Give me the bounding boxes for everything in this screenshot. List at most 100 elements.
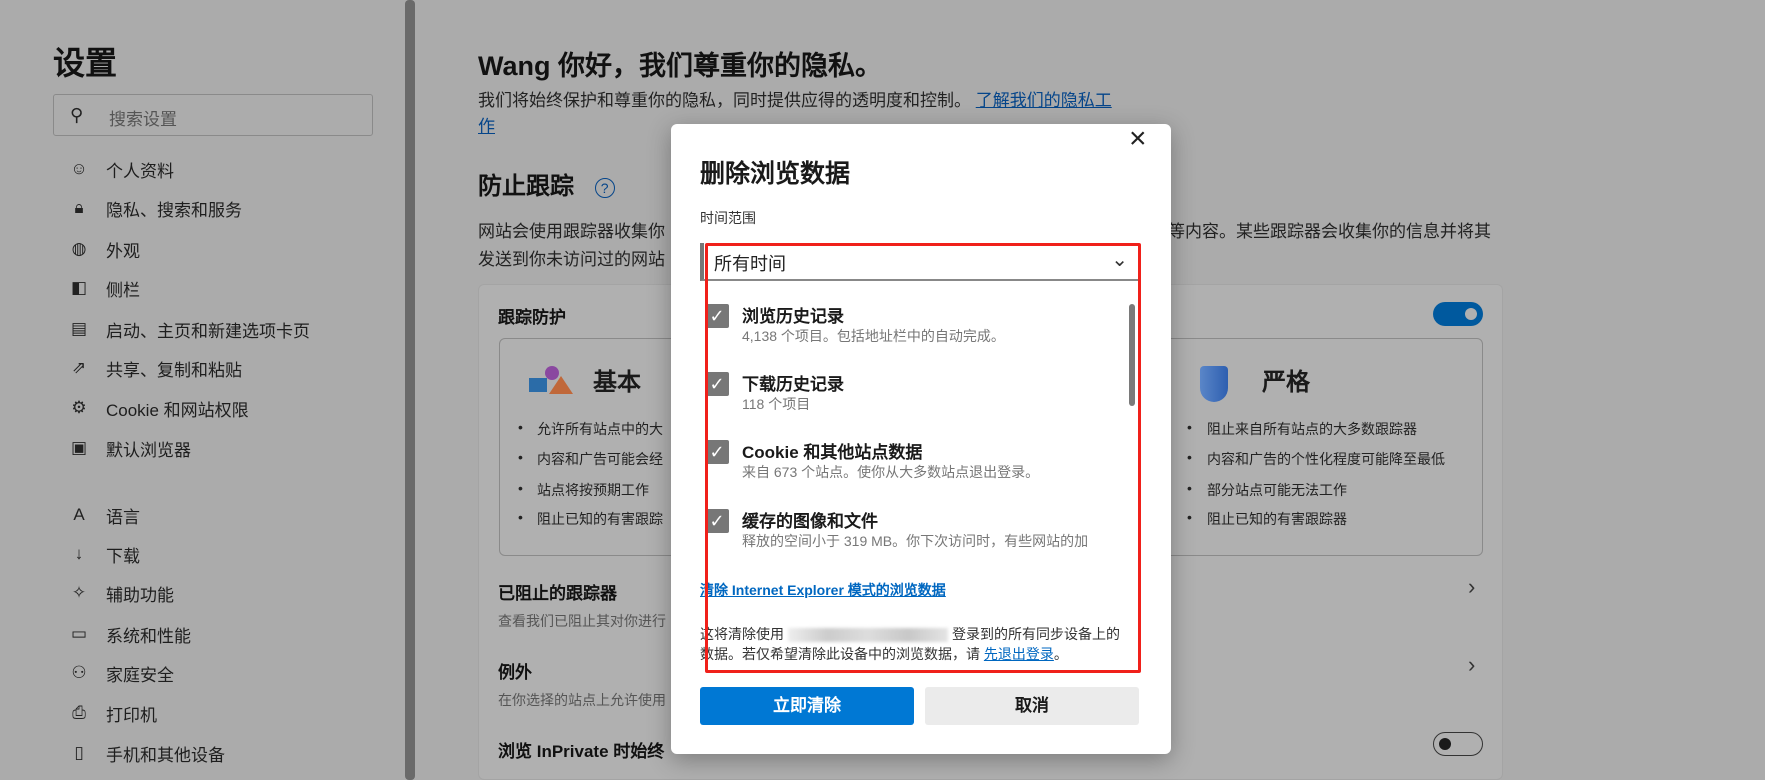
- accessibility-icon: ✧: [71, 583, 87, 602]
- search-placeholder: 搜索设置: [109, 110, 177, 129]
- sidebar-item-label: 隐私、搜索和服务: [106, 200, 242, 220]
- tracking-title-text: 防止跟踪: [478, 173, 574, 200]
- settings-title: 设置: [53, 45, 118, 81]
- checkbox[interactable]: ✓: [705, 440, 729, 464]
- help-icon[interactable]: ?: [594, 177, 615, 198]
- shapes-icon: [529, 366, 575, 396]
- sidebar-item[interactable]: ⎙ 打印机: [66, 697, 366, 729]
- sidebar-item[interactable]: ⚇ 家庭安全: [66, 657, 366, 689]
- sidebar-item-label: 手机和其他设备: [106, 745, 225, 765]
- sidebar-item-label: 系统和性能: [106, 626, 191, 646]
- sidebar-icon: ◧: [70, 278, 88, 297]
- lock-icon: 🔒︎: [74, 198, 84, 217]
- checkbox[interactable]: ✓: [705, 509, 729, 533]
- cookie-permissions-icon: ⚙: [71, 398, 87, 417]
- sidebar-item[interactable]: ▤ 启动、主页和新建选项卡页: [66, 313, 366, 345]
- sidebar-item-label: 外观: [106, 241, 140, 261]
- data-type-option[interactable]: ✓ Cookie 和其他站点数据来自 673 个站点。使你从大多数站点退出登录。: [705, 440, 1125, 492]
- time-range-select[interactable]: 所有时间 ⌄: [700, 243, 1140, 281]
- sidebar-item[interactable]: ▣ 默认浏览器: [66, 432, 366, 464]
- basic-level-title: 基本: [593, 369, 641, 396]
- start-page-icon: ▤: [70, 319, 88, 338]
- printer-icon: ⎙: [72, 703, 86, 722]
- bullet-text: 站点将按预期工作: [537, 482, 649, 498]
- sidebar-item[interactable]: ◧ 侧栏: [66, 272, 366, 304]
- sidebar-item[interactable]: ▭ 系统和性能: [66, 618, 366, 650]
- checkbox[interactable]: ✓: [705, 372, 729, 396]
- sidebar-item-label: 侧栏: [106, 280, 140, 300]
- chevron-down-icon: ⌄: [1111, 249, 1128, 271]
- sidebar-item[interactable]: ▯ 手机和其他设备: [66, 737, 366, 769]
- sidebar-item[interactable]: ☺ 个人资料: [66, 153, 366, 185]
- share-icon: ⇗: [71, 358, 87, 377]
- list-scrollbar[interactable]: [1129, 304, 1135, 406]
- profile-icon: ☺: [70, 159, 88, 178]
- sidebar-item[interactable]: ✧ 辅助功能: [66, 577, 366, 609]
- option-desc: 释放的空间小于 319 MB。你下次访问时，有些网站的加: [742, 533, 1089, 549]
- blocked-trackers-title[interactable]: 已阻止的跟踪器: [498, 579, 617, 604]
- search-icon: ⚲: [70, 105, 84, 125]
- sidebar-item[interactable]: ⚙ Cookie 和网站权限: [66, 392, 366, 424]
- phone-icon: ▯: [74, 743, 84, 762]
- language-icon: A: [73, 505, 85, 524]
- clear-ie-data-link[interactable]: 清除 Internet Explorer 模式的浏览数据: [700, 580, 946, 600]
- tracking-prevention-toggle[interactable]: [1433, 302, 1483, 326]
- download-icon: ↓: [74, 544, 84, 563]
- exceptions-title[interactable]: 例外: [498, 658, 532, 683]
- inprivate-strict-title: 浏览 InPrivate 时始终: [498, 742, 665, 761]
- option-label: 浏览历史记录: [742, 307, 844, 326]
- cancel-button[interactable]: 取消: [925, 687, 1139, 725]
- note-text: 数据。若仅希望清除此设备中的浏览数据，请: [700, 646, 980, 662]
- sidebar-item[interactable]: ↓ 下载: [66, 538, 366, 570]
- data-type-option[interactable]: ✓ 浏览历史记录 4,138 个项目。包括地址栏中的自动完成。: [705, 304, 1125, 356]
- sidebar-item[interactable]: 🔒︎ 隐私、搜索和服务: [66, 192, 366, 224]
- privacy-link-cont[interactable]: 作: [478, 117, 495, 136]
- option-label: Cookie 和其他站点数据: [742, 443, 923, 462]
- close-icon[interactable]: ×: [1129, 122, 1147, 156]
- inprivate-strict-toggle[interactable]: [1433, 732, 1483, 756]
- sidebar-item-label: 共享、复制和粘贴: [106, 360, 242, 380]
- sidebar-item-label: 默认浏览器: [106, 440, 191, 460]
- tracking-desc-1a: 网站会使用跟踪器收集你: [478, 222, 665, 241]
- laptop-icon: ▭: [70, 624, 88, 643]
- note-text: 。: [1053, 646, 1068, 662]
- bullet-text: 部分站点可能无法工作: [1207, 482, 1347, 498]
- sidebar-item[interactable]: ⇗ 共享、复制和粘贴: [66, 352, 366, 384]
- checkbox[interactable]: ✓: [705, 304, 729, 328]
- data-type-option[interactable]: ✓ 下载历史记录 118 个项目: [705, 372, 1125, 424]
- bullet-text: 允许所有站点中的大: [537, 421, 663, 437]
- data-type-option[interactable]: ✓ 缓存的图像和文件 释放的空间小于 319 MB。你下次访问时，有些网站的加: [705, 509, 1125, 561]
- bullet-text: 内容和广告可能会经: [537, 451, 663, 467]
- page-greeting: Wang 你好，我们尊重你的隐私。: [478, 51, 882, 81]
- privacy-link[interactable]: 了解我们的隐私工: [976, 91, 1112, 110]
- intro-text-body: 我们将始终保护和尊重你的隐私，同时提供应得的透明度和控制。: [478, 91, 971, 110]
- option-desc: 来自 673 个站点。使你从大多数站点退出登录。: [742, 464, 1040, 480]
- default-browser-icon: ▣: [70, 438, 88, 457]
- sidebar-item[interactable]: ◍ 外观: [66, 233, 366, 265]
- tracking-desc-2: 发送到你未访问过的网站: [478, 250, 665, 269]
- sidebar-item-label: 语言: [106, 507, 140, 527]
- sidebar-item-label: Cookie 和网站权限: [106, 400, 249, 420]
- sidebar-item[interactable]: A 语言: [66, 499, 366, 531]
- sync-note-line-2: 数据。若仅希望清除此设备中的浏览数据，请 先退出登录。: [700, 644, 1068, 664]
- family-icon: ⚇: [71, 663, 87, 682]
- time-range-label: 时间范围: [700, 210, 756, 226]
- sidebar-scrollbar[interactable]: [405, 0, 415, 780]
- exceptions-sub: 在你选择的站点上允许使用: [498, 692, 666, 708]
- sidebar-item-label: 家庭安全: [106, 665, 174, 685]
- sidebar-item-label: 个人资料: [106, 161, 174, 181]
- redacted-account: [788, 628, 948, 643]
- chevron-right-icon[interactable]: ›: [1468, 574, 1475, 600]
- sidebar-item-label: 辅助功能: [106, 585, 174, 605]
- search-settings-input[interactable]: ⚲ 搜索设置: [53, 94, 373, 136]
- dialog-title: 删除浏览数据: [700, 160, 851, 188]
- bullet-text: 阻止来自所有站点的大多数跟踪器: [1207, 421, 1417, 437]
- chevron-right-icon[interactable]: ›: [1468, 652, 1475, 678]
- sign-out-link[interactable]: 先退出登录: [984, 646, 1054, 662]
- clear-now-button[interactable]: 立即清除: [700, 687, 914, 725]
- sync-note-line-1: 这将清除使用 登录到的所有同步设备上的: [700, 624, 1120, 644]
- tracking-desc-1b: 等内容。某些跟踪器会收集你的信息并将其: [1168, 222, 1491, 241]
- note-text: 这将清除使用: [700, 626, 784, 642]
- time-range-value: 所有时间: [714, 254, 786, 274]
- bullet-text: 阻止已知的有害跟踪: [537, 511, 663, 527]
